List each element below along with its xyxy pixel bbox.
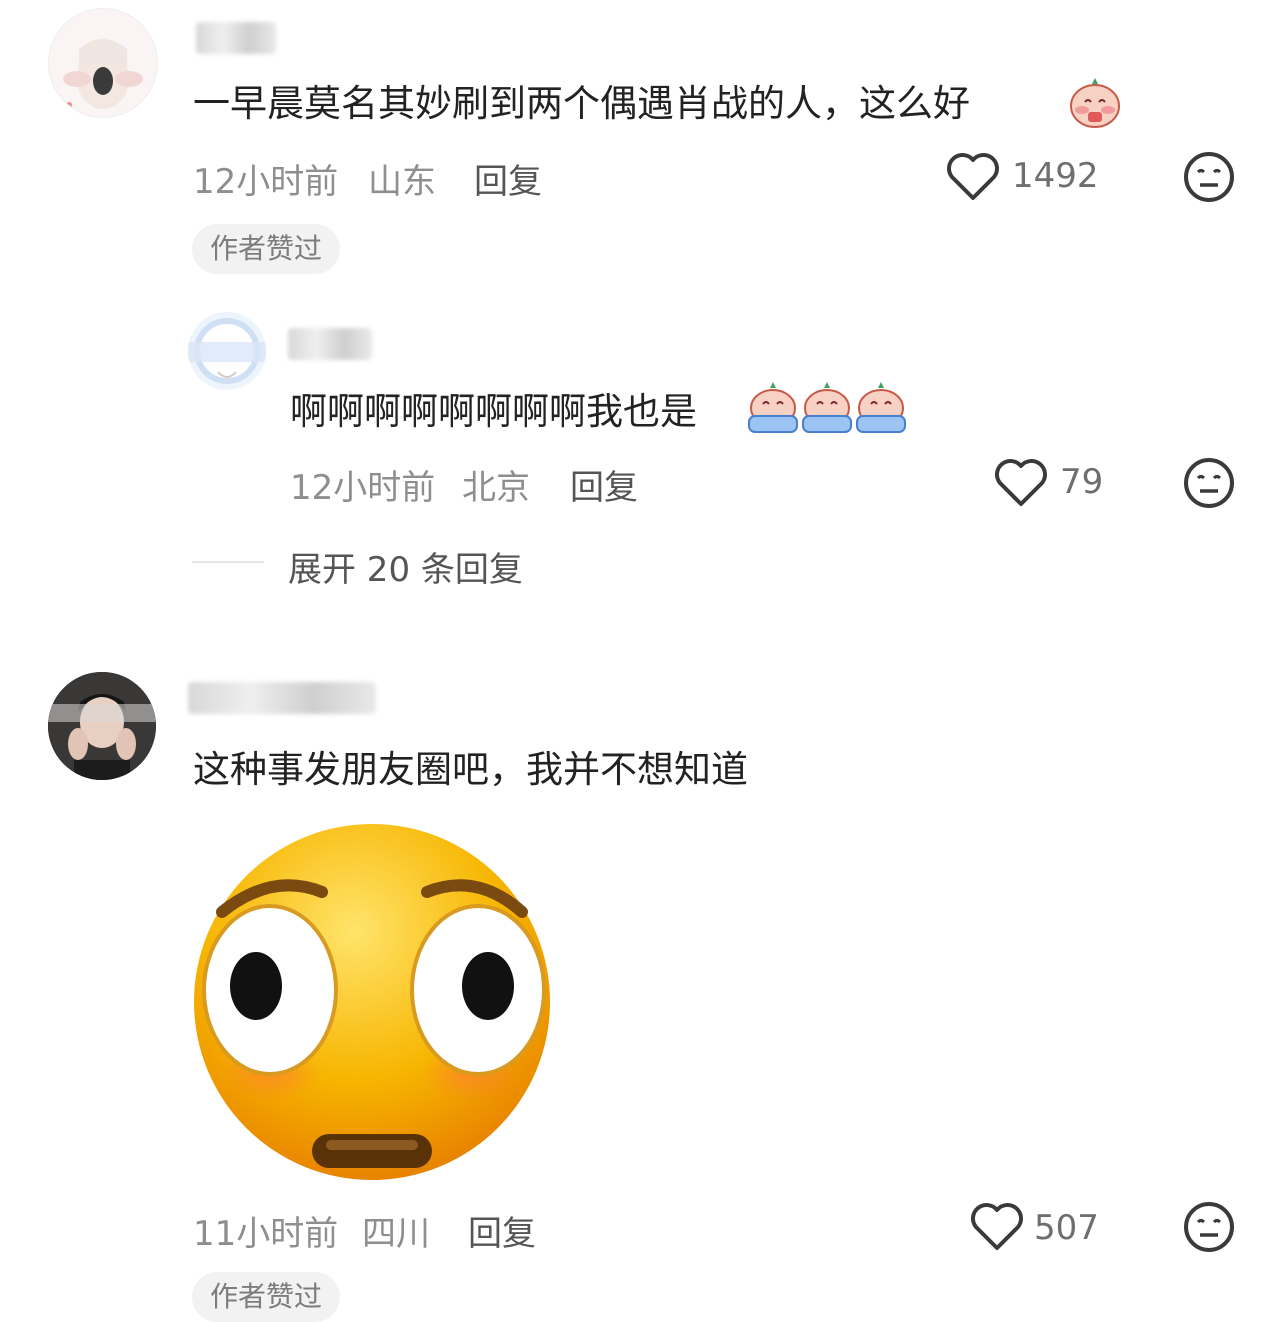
meh-face-icon[interactable]	[1182, 150, 1236, 204]
author-liked-badge: 作者赞过	[192, 224, 341, 274]
reply-button[interactable]: 回复	[570, 460, 638, 509]
like-count: 507	[1034, 1208, 1099, 1248]
avatar[interactable]	[188, 312, 266, 390]
username-blurred[interactable]	[188, 682, 376, 714]
comment-location: 山东	[368, 162, 436, 202]
reply-button[interactable]: 回复	[468, 1206, 536, 1255]
like-count: 79	[1060, 462, 1104, 502]
expand-divider	[192, 561, 264, 563]
username-blurred[interactable]	[288, 328, 372, 360]
comment-text: 一早晨莫名其妙刷到两个偶遇肖战的人，这么好	[193, 82, 970, 125]
comment-text: 这种事发朋友圈吧，我并不想知道	[193, 748, 748, 791]
heart-outline-icon[interactable]	[994, 458, 1048, 508]
expand-replies-button[interactable]: 展开 20 条回复	[288, 542, 523, 591]
comment-time: 12小时前	[193, 162, 339, 202]
shocked-face-emoji	[192, 822, 552, 1182]
heart-outline-icon[interactable]	[946, 152, 1000, 202]
pleading-sticker-icon	[1068, 76, 1122, 130]
like-count: 1492	[1012, 156, 1099, 196]
username-blurred[interactable]	[196, 22, 276, 54]
comment-location: 四川	[362, 1214, 430, 1254]
crying-sticker-icon	[746, 380, 908, 436]
reply-location: 北京	[462, 468, 530, 508]
avatar[interactable]	[48, 672, 156, 780]
reply-text: 啊啊啊啊啊啊啊啊我也是	[290, 390, 697, 433]
meh-face-icon[interactable]	[1182, 456, 1236, 510]
meh-face-icon[interactable]	[1182, 1200, 1236, 1254]
reply-button[interactable]: 回复	[474, 154, 542, 203]
author-liked-badge: 作者赞过	[192, 1272, 341, 1322]
avatar[interactable]	[48, 8, 158, 118]
reply-time: 12小时前	[290, 468, 436, 508]
comment-time: 11小时前	[193, 1214, 339, 1254]
heart-outline-icon[interactable]	[970, 1202, 1024, 1252]
